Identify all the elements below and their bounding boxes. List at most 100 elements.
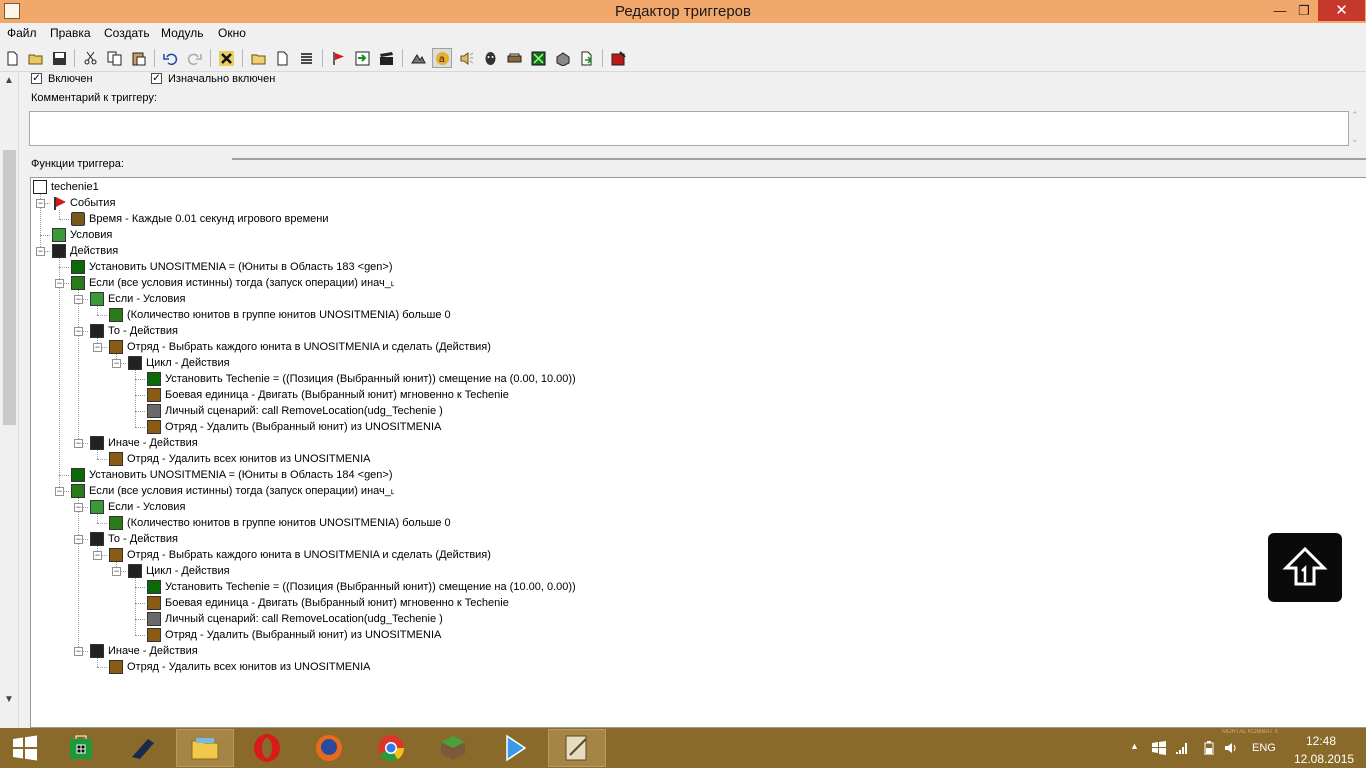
- taskbar-firefox[interactable]: [300, 729, 358, 767]
- new-comment-button[interactable]: [296, 48, 316, 68]
- tree-collapse-toggle[interactable]: −: [93, 343, 102, 352]
- tree-collapse-toggle[interactable]: −: [74, 439, 83, 448]
- tree-node[interactable]: Личный сценарий: call RemoveLocation(udg…: [147, 403, 443, 419]
- tree-node[interactable]: Если - Условия: [90, 499, 185, 515]
- taskbar-minecraft[interactable]: [424, 729, 482, 767]
- tree-node[interactable]: Отряд - Удалить (Выбранный юнит) из UNOS…: [147, 627, 441, 643]
- tree-node[interactable]: Боевая единица - Двигать (Выбранный юнит…: [147, 387, 509, 403]
- tree-node[interactable]: Если (все условия истинны) тогда (запуск…: [71, 483, 395, 499]
- taskbar-blade[interactable]: [114, 729, 172, 767]
- tree-collapse-toggle[interactable]: −: [36, 247, 45, 256]
- trigger-editor-button[interactable]: a: [432, 48, 452, 68]
- tree-node[interactable]: Отряд - Удалить (Выбранный юнит) из UNOS…: [147, 419, 441, 435]
- taskbar-player[interactable]: [486, 729, 544, 767]
- menu-file[interactable]: Файл: [7, 26, 37, 40]
- volume-icon[interactable]: [1224, 741, 1238, 755]
- tree-node[interactable]: Цикл - Действия: [128, 355, 230, 371]
- tree-collapse-toggle[interactable]: −: [74, 535, 83, 544]
- action-center-icon[interactable]: [1152, 741, 1166, 755]
- taskbar-chrome[interactable]: [362, 729, 420, 767]
- scroll-thumb[interactable]: [3, 150, 16, 425]
- ai-editor-button[interactable]: [480, 48, 500, 68]
- paste-button[interactable]: [128, 48, 148, 68]
- tree-node[interactable]: Установить UNOSITMENIA = (Юниты в Област…: [71, 467, 393, 483]
- new-category-button[interactable]: [248, 48, 268, 68]
- tree-node[interactable]: Боевая единица - Двигать (Выбранный юнит…: [147, 595, 509, 611]
- tree-node[interactable]: Иначе - Действия: [90, 435, 198, 451]
- tree-collapse-toggle[interactable]: −: [74, 503, 83, 512]
- tree-node[interactable]: Установить Techenie = ((Позиция (Выбранн…: [147, 579, 576, 595]
- comment-textarea[interactable]: [29, 111, 1349, 146]
- initially-enabled-checkbox[interactable]: ✓: [151, 73, 162, 84]
- save-button[interactable]: [49, 48, 69, 68]
- tree-collapse-toggle[interactable]: −: [55, 487, 64, 496]
- tree-collapse-toggle[interactable]: −: [112, 359, 121, 368]
- undo-button[interactable]: [160, 48, 180, 68]
- tree-node[interactable]: То - Действия: [90, 323, 178, 339]
- left-scrollbar[interactable]: ▲ ▼: [0, 72, 19, 728]
- open-button[interactable]: [25, 48, 45, 68]
- clock-time[interactable]: 12:48: [1306, 734, 1336, 748]
- new-condition-button[interactable]: [352, 48, 372, 68]
- floating-overlay-button[interactable]: [1268, 533, 1342, 602]
- tree-node[interactable]: Личный сценарий: call RemoveLocation(udg…: [147, 611, 443, 627]
- tree-collapse-toggle[interactable]: −: [93, 551, 102, 560]
- tree-node[interactable]: (Количество юнитов в группе юнитов UNOSI…: [109, 307, 451, 323]
- tree-node[interactable]: События: [52, 195, 115, 211]
- tree-node[interactable]: Цикл - Действия: [128, 563, 230, 579]
- enabled-checkbox[interactable]: ✓: [31, 73, 42, 84]
- new-doc-button[interactable]: [2, 48, 22, 68]
- tree-collapse-toggle[interactable]: −: [55, 279, 64, 288]
- tree-node[interactable]: Отряд - Выбрать каждого юнита в UNOSITME…: [109, 339, 491, 355]
- menu-edit[interactable]: Правка: [50, 26, 91, 40]
- delete-button[interactable]: [216, 48, 236, 68]
- copy-button[interactable]: [104, 48, 124, 68]
- network-signal-icon[interactable]: [1175, 741, 1189, 755]
- module-button[interactable]: [576, 48, 596, 68]
- cut-button[interactable]: [80, 48, 100, 68]
- tree-node[interactable]: То - Действия: [90, 531, 178, 547]
- tree-node[interactable]: Действия: [52, 243, 118, 259]
- taskbar-store[interactable]: [52, 729, 110, 767]
- tree-node[interactable]: Если - Условия: [90, 291, 185, 307]
- tree-node[interactable]: Отряд - Удалить всех юнитов из UNOSITMEN…: [109, 659, 370, 675]
- battery-icon[interactable]: [1204, 741, 1214, 755]
- menu-window[interactable]: Окно: [218, 26, 246, 40]
- taskbar-explorer[interactable]: [176, 729, 234, 767]
- tray-expand-icon[interactable]: ▲: [1130, 741, 1139, 751]
- splitter[interactable]: [232, 158, 1366, 160]
- menu-module[interactable]: Модуль: [161, 26, 204, 40]
- redo-button[interactable]: [184, 48, 204, 68]
- tree-collapse-toggle[interactable]: −: [36, 199, 45, 208]
- tree-node[interactable]: Иначе - Действия: [90, 643, 198, 659]
- clock-date[interactable]: 12.08.2015: [1294, 752, 1354, 766]
- tree-node[interactable]: Отряд - Выбрать каждого юнита в UNOSITME…: [109, 547, 491, 563]
- tree-node[interactable]: Отряд - Удалить всех юнитов из UNOSITMEN…: [109, 451, 370, 467]
- close-button[interactable]: ✕: [1318, 0, 1365, 21]
- new-action-button[interactable]: [376, 48, 396, 68]
- menu-create[interactable]: Создать: [104, 26, 150, 40]
- import-manager-button[interactable]: [552, 48, 572, 68]
- tree-node[interactable]: Условия: [52, 227, 112, 243]
- test-map-button[interactable]: [608, 48, 628, 68]
- tree-node[interactable]: Установить UNOSITMENIA = (Юниты в Област…: [71, 259, 393, 275]
- campaign-editor-button[interactable]: [528, 48, 548, 68]
- scroll-down-arrow-icon[interactable]: ▼: [4, 694, 14, 705]
- terrain-editor-button[interactable]: [408, 48, 428, 68]
- sound-editor-button[interactable]: [456, 48, 476, 68]
- taskbar-world-editor[interactable]: [548, 729, 606, 767]
- restore-button[interactable]: ❐: [1290, 0, 1318, 21]
- tree-collapse-toggle[interactable]: −: [74, 295, 83, 304]
- tree-node[interactable]: Установить Techenie = ((Позиция (Выбранн…: [147, 371, 576, 387]
- tree-node[interactable]: Если (все условия истинны) тогда (запуск…: [71, 275, 395, 291]
- start-button[interactable]: [0, 729, 50, 767]
- tree-collapse-toggle[interactable]: −: [74, 647, 83, 656]
- comment-scrollbar[interactable]: ⌃ ⌄: [1351, 110, 1364, 148]
- scroll-up-arrow-icon[interactable]: ▲: [4, 75, 14, 86]
- object-editor-button[interactable]: [504, 48, 524, 68]
- new-event-button[interactable]: [328, 48, 348, 68]
- new-trigger-button[interactable]: [272, 48, 292, 68]
- tree-node[interactable]: techenie1: [33, 179, 99, 195]
- tree-node[interactable]: Время - Каждые 0.01 секунд игрового врем…: [71, 211, 328, 227]
- tree-collapse-toggle[interactable]: −: [112, 567, 121, 576]
